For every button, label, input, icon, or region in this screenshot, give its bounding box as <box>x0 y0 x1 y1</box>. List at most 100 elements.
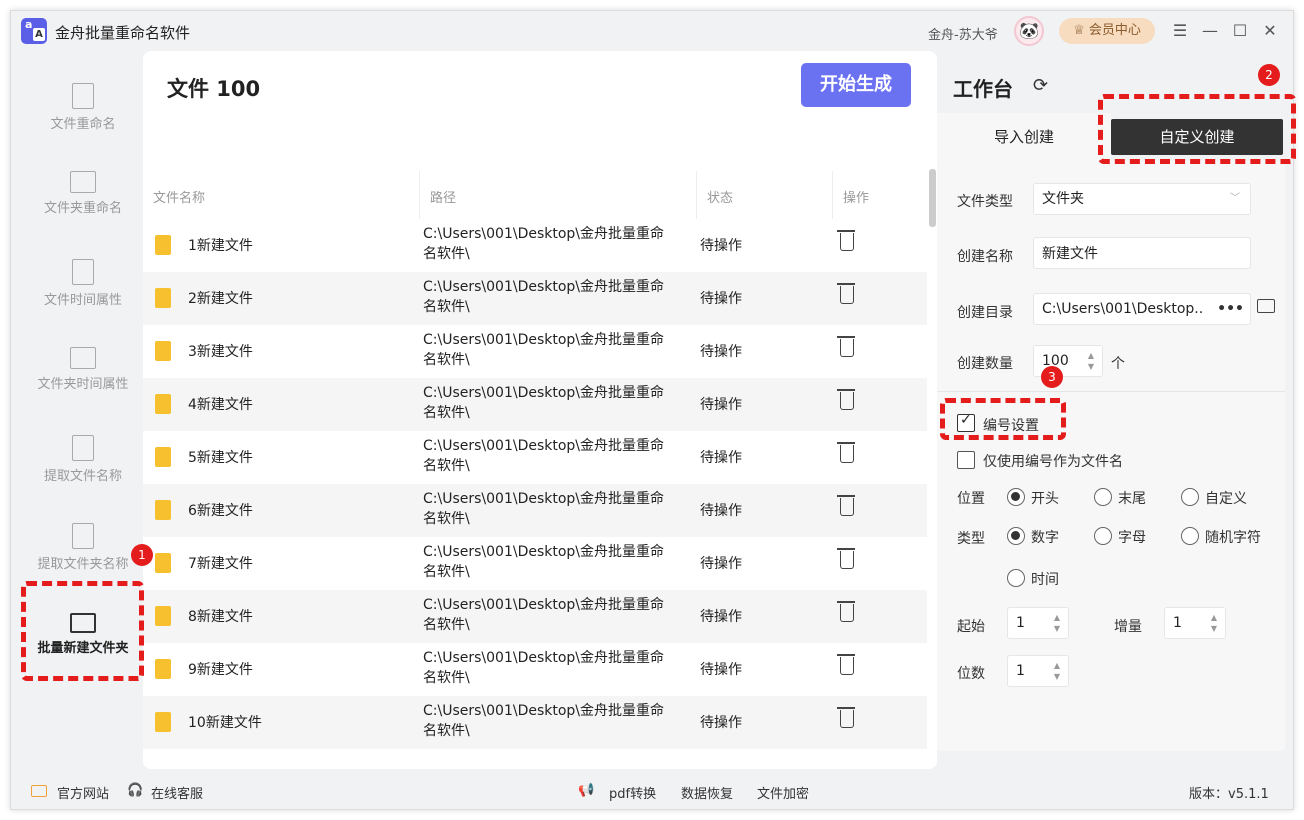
trash-icon[interactable] <box>837 601 855 622</box>
table-row[interactable]: 7新建文件 C:\Users\001\Desktop\金舟批量重命名软件\ 待操作 <box>143 537 927 590</box>
sidebar-item-label: 提取文件名称 <box>43 469 122 484</box>
column-header[interactable]: 路径 <box>430 187 456 206</box>
vip-center-button[interactable]: ♕ 会员中心 <box>1059 18 1155 44</box>
folder-upload-icon <box>72 523 94 549</box>
folder-open-icon[interactable] <box>1257 299 1275 313</box>
position-radio-custom[interactable] <box>1181 488 1199 506</box>
trash-icon[interactable] <box>837 707 855 728</box>
position-radio-start[interactable] <box>1007 488 1025 506</box>
position-radio-end[interactable] <box>1094 488 1112 506</box>
column-divider[interactable] <box>696 171 697 219</box>
status-text: 待操作 <box>700 450 742 466</box>
table-row[interactable]: 10新建文件 C:\Users\001\Desktop\金舟批量重命名软件\ 待操作 <box>143 696 927 749</box>
file-name: 7新建文件 <box>188 556 253 572</box>
file-path: C:\Users\001\Desktop\金舟批量重命名软件\ <box>423 226 665 262</box>
table-row[interactable]: 1新建文件 C:\Users\001\Desktop\金舟批量重命名软件\ 待操作 <box>143 219 927 272</box>
trash-icon[interactable] <box>837 654 855 675</box>
column-header[interactable]: 操作 <box>843 187 869 206</box>
custom-create-form: 文件类型 文件夹 ﹀ 创建名称 创建目录 C:\Users\001\Desktop… <box>937 161 1285 751</box>
scrollbar[interactable] <box>929 169 936 227</box>
file-type-label: 文件类型 <box>957 194 1013 210</box>
official-site-link[interactable]: 官方网站 <box>57 783 109 802</box>
table-row[interactable]: 5新建文件 C:\Users\001\Desktop\金舟批量重命名软件\ 待操作 <box>143 431 927 484</box>
file-name: 1新建文件 <box>188 238 253 254</box>
status-text: 待操作 <box>700 609 742 625</box>
step-badge: 1 <box>131 544 153 566</box>
file-type-select[interactable]: 文件夹 ﹀ <box>1033 183 1251 215</box>
trash-icon[interactable] <box>837 389 855 410</box>
trash-icon[interactable] <box>837 495 855 516</box>
create-name-input[interactable] <box>1033 237 1251 269</box>
type-radio-number[interactable] <box>1007 527 1025 545</box>
trash-icon[interactable] <box>837 283 855 304</box>
refresh-icon[interactable]: ⟳ <box>1033 75 1048 96</box>
position-option-label: 自定义 <box>1205 491 1247 507</box>
file-path: C:\Users\001\Desktop\金舟批量重命名软件\ <box>423 438 665 474</box>
file-clock-icon <box>72 259 94 285</box>
create-dir-input[interactable]: C:\Users\001\Desktop.. ••• <box>1033 293 1251 325</box>
trash-icon[interactable] <box>837 548 855 569</box>
table-row[interactable]: 3新建文件 C:\Users\001\Desktop\金舟批量重命名软件\ 待操作 <box>143 325 927 378</box>
table-row[interactable]: 6新建文件 C:\Users\001\Desktop\金舟批量重命名软件\ 待操作 <box>143 484 927 537</box>
type-label: 类型 <box>957 531 985 547</box>
pdf-convert-link[interactable]: pdf转换 <box>609 783 656 802</box>
more-dots-icon[interactable]: ••• <box>1217 294 1244 324</box>
menu-icon[interactable]: ☰ <box>1169 20 1191 42</box>
step-stepper[interactable]: 1 ▲ ▼ <box>1164 607 1226 639</box>
column-header[interactable]: 状态 <box>707 187 733 206</box>
sidebar-item-extract-file[interactable]: 提取文件名称 <box>23 435 143 515</box>
stepper-arrows-icon[interactable]: ▲ ▼ <box>1054 660 1060 682</box>
position-option-label: 末尾 <box>1118 491 1146 507</box>
avatar[interactable]: 🐼 <box>1014 16 1044 46</box>
digits-stepper[interactable]: 1 ▲ ▼ <box>1007 655 1069 687</box>
status-text: 待操作 <box>700 344 742 360</box>
close-icon[interactable]: ✕ <box>1259 20 1281 42</box>
create-name-label: 创建名称 <box>957 249 1013 265</box>
trash-icon[interactable] <box>837 442 855 463</box>
column-header[interactable]: 文件名称 <box>153 187 205 206</box>
table-row[interactable]: 2新建文件 C:\Users\001\Desktop\金舟批量重命名软件\ 待操作 <box>143 272 927 325</box>
folder-clock-icon <box>70 347 96 369</box>
type-option-label: 随机字符 <box>1205 530 1261 546</box>
column-divider[interactable] <box>832 171 833 219</box>
type-option-label: 时间 <box>1031 572 1059 588</box>
trash-icon[interactable] <box>837 230 855 251</box>
trash-icon[interactable] <box>837 336 855 357</box>
file-path: C:\Users\001\Desktop\金舟批量重命名软件\ <box>423 332 665 368</box>
step-value: 1 <box>1173 615 1182 631</box>
file-name: 4新建文件 <box>188 397 253 413</box>
maximize-icon[interactable]: ☐ <box>1229 20 1251 42</box>
sidebar-item-folder-rename[interactable]: 文件夹重命名 <box>23 171 143 251</box>
column-divider[interactable] <box>419 171 420 219</box>
minimize-icon[interactable]: — <box>1199 20 1221 42</box>
count-unit: 个 <box>1111 356 1125 372</box>
table-row[interactable]: 8新建文件 C:\Users\001\Desktop\金舟批量重命名软件\ 待操作 <box>143 590 927 643</box>
sidebar-item-file-time[interactable]: 文件时间属性 <box>23 259 143 339</box>
stepper-arrows-icon[interactable]: ▲ ▼ <box>1054 612 1060 634</box>
type-radio-letter[interactable] <box>1094 527 1112 545</box>
stepper-arrows-icon[interactable]: ▲ ▼ <box>1088 350 1094 372</box>
sidebar-item-file-rename[interactable]: 文件重命名 <box>23 83 143 163</box>
type-option-label: 数字 <box>1031 530 1059 546</box>
user-name[interactable]: 金舟-苏大爷 <box>928 24 998 43</box>
file-path: C:\Users\001\Desktop\金舟批量重命名软件\ <box>423 650 665 686</box>
online-support-link[interactable]: 在线客服 <box>151 783 203 802</box>
file-encrypt-link[interactable]: 文件加密 <box>757 783 809 802</box>
table-row[interactable]: 4新建文件 C:\Users\001\Desktop\金舟批量重命名软件\ 待操作 <box>143 378 927 431</box>
stepper-arrows-icon[interactable]: ▲ ▼ <box>1211 612 1217 634</box>
file-path: C:\Users\001\Desktop\金舟批量重命名软件\ <box>423 703 665 739</box>
table-row[interactable]: 9新建文件 C:\Users\001\Desktop\金舟批量重命名软件\ 待操作 <box>143 643 927 696</box>
start-stepper[interactable]: 1 ▲ ▼ <box>1007 607 1069 639</box>
sidebar-item-folder-time[interactable]: 文件夹时间属性 <box>23 347 143 427</box>
tab-import-create[interactable]: 导入创建 <box>937 113 1111 161</box>
only-number-checkbox[interactable] <box>957 451 975 469</box>
data-recovery-link[interactable]: 数据恢复 <box>681 783 733 802</box>
position-label: 位置 <box>957 491 985 507</box>
folder-icon <box>155 447 171 467</box>
vip-label: 会员中心 <box>1088 23 1141 38</box>
sidebar-item-label: 文件夹重命名 <box>43 201 122 216</box>
type-radio-time[interactable] <box>1007 569 1025 587</box>
type-radio-random[interactable] <box>1181 527 1199 545</box>
start-generate-button[interactable]: 开始生成 <box>801 63 911 107</box>
create-dir-label: 创建目录 <box>957 305 1013 321</box>
